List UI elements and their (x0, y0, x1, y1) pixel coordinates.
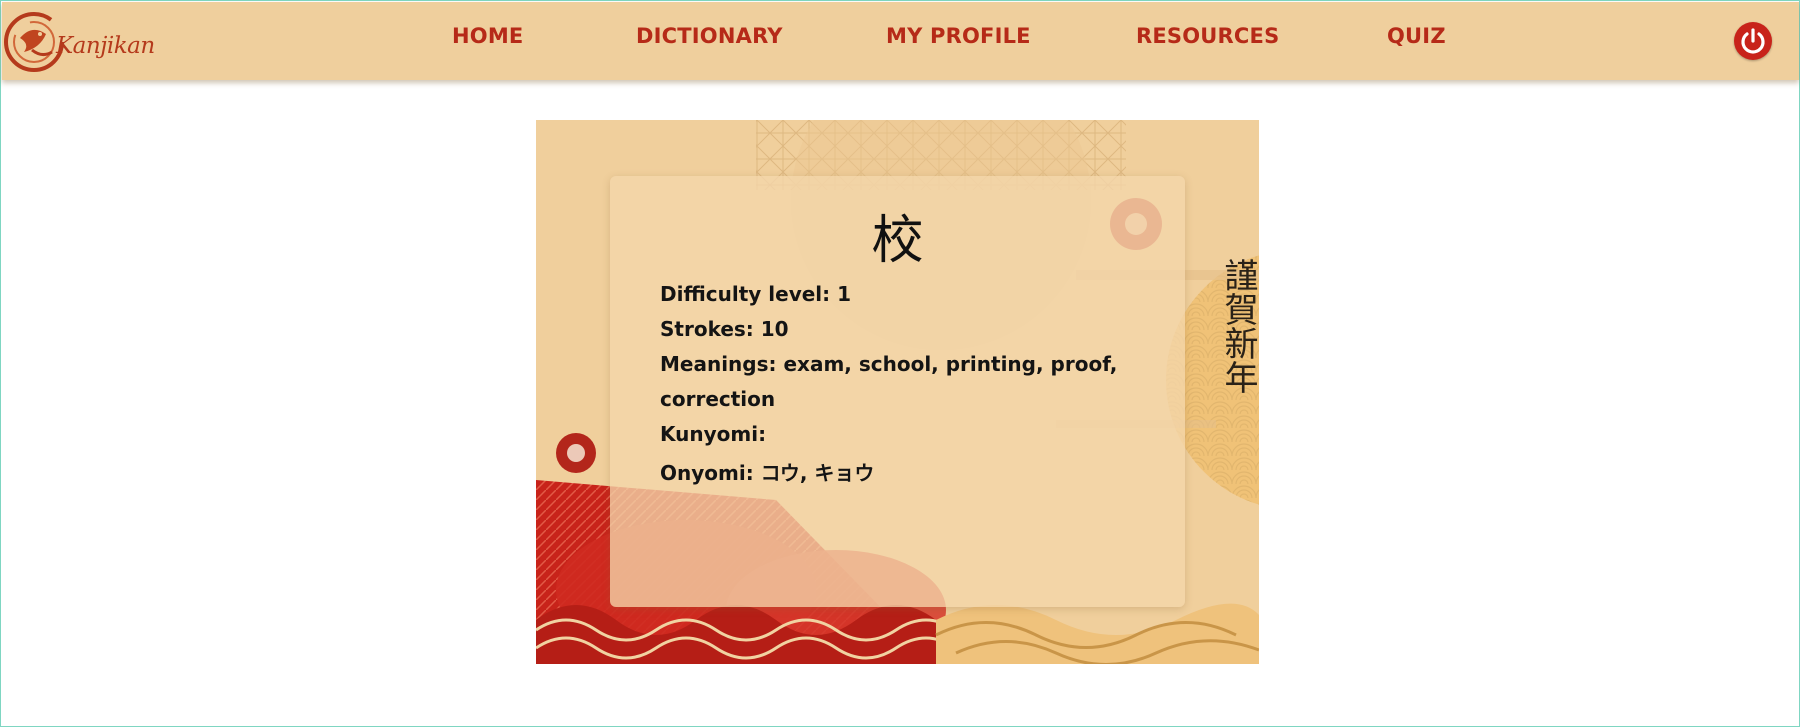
kanji-character: 校 (871, 211, 924, 271)
difficulty-level: Difficulty level: 1 (660, 282, 852, 306)
nav-dictionary[interactable]: DICTIONARY (636, 24, 783, 50)
kanjikan-logo[interactable]: Kanjikan (2, 4, 155, 78)
kanji-info-card: 校 Difficulty level: 1 Strokes: 10 Meanin… (610, 176, 1185, 607)
new-year-calligraphy: 謹賀新年 (1218, 258, 1258, 394)
onyomi-reading: Onyomi: コウ, キョウ (660, 461, 875, 485)
app-window: Kanjikan HOME DICTIONARY MY PROFILE RESO… (0, 0, 1800, 727)
top-navbar: Kanjikan HOME DICTIONARY MY PROFILE RESO… (2, 2, 1799, 80)
meanings-continued: correction (660, 387, 776, 411)
power-icon (1741, 28, 1765, 54)
meanings: Meanings: exam, school, printing, proof, (660, 352, 1118, 376)
kunyomi-reading: Kunyomi: (660, 422, 767, 446)
nav-my-profile[interactable]: MY PROFILE (886, 24, 1031, 50)
kanji-card-artwork: 校 Difficulty level: 1 Strokes: 10 Meanin… (536, 120, 1259, 664)
nav-quiz[interactable]: QUIZ (1387, 24, 1446, 50)
stroke-count: Strokes: 10 (660, 317, 789, 341)
logo-wordmark: Kanjikan (56, 33, 155, 59)
nav-resources[interactable]: RESOURCES (1136, 24, 1279, 50)
logout-button[interactable] (1734, 22, 1772, 60)
nav-home[interactable]: HOME (452, 24, 523, 50)
